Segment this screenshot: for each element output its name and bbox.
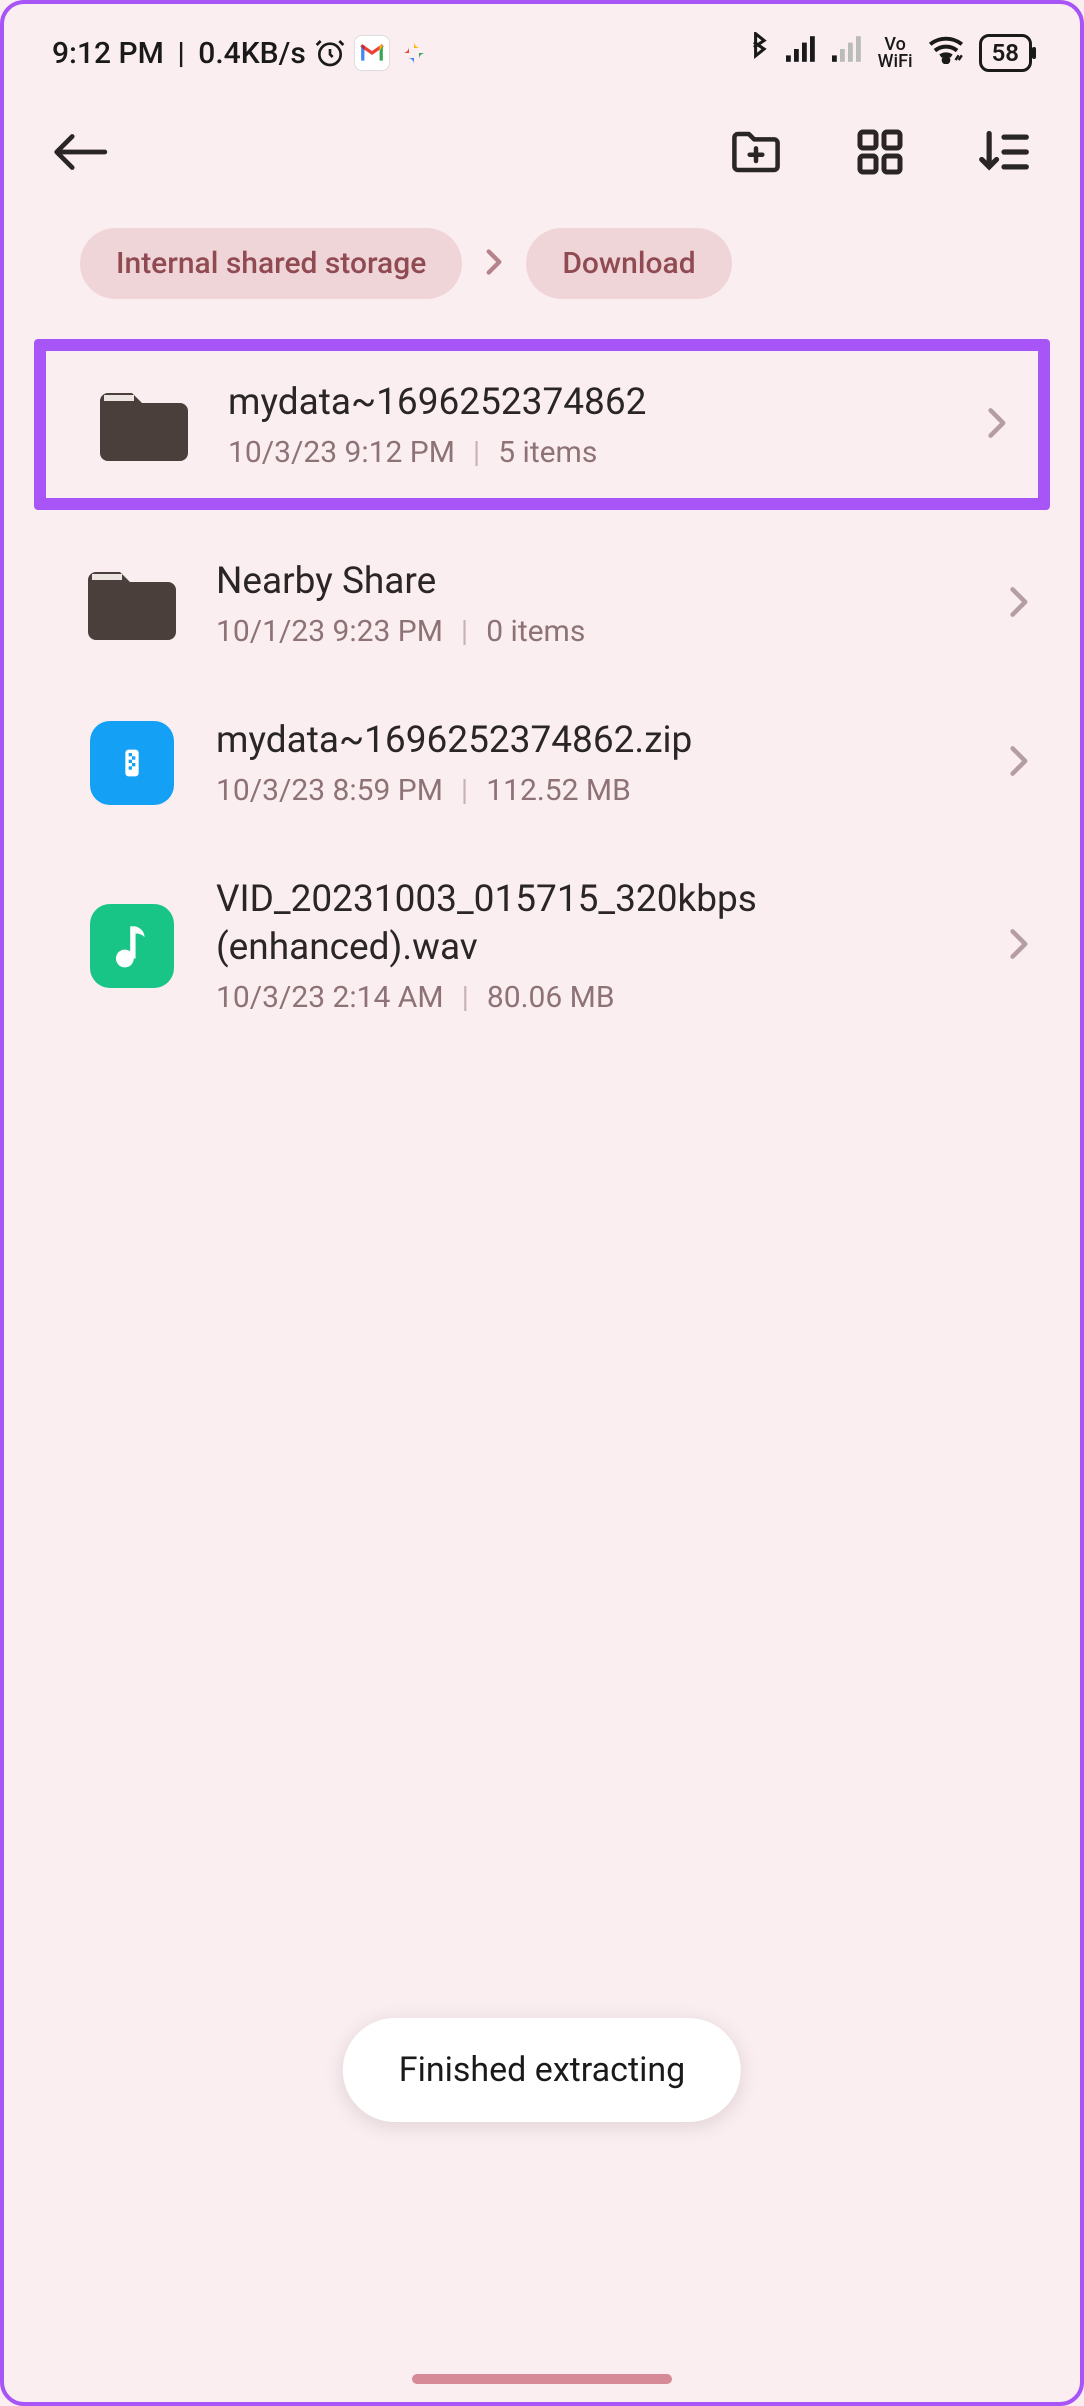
sort-button[interactable]: [976, 124, 1032, 180]
file-meta: 10/3/23 2:14 AM|80.06 MB: [216, 980, 968, 1015]
folder-icon: [96, 385, 192, 465]
chevron-right-icon: [1004, 926, 1032, 966]
breadcrumb-root[interactable]: Internal shared storage: [80, 228, 462, 299]
breadcrumb-current[interactable]: Download: [526, 228, 731, 299]
alarm-icon: [312, 35, 348, 71]
list-item[interactable]: Nearby Share 10/1/23 9:23 PM|0 items: [4, 524, 1080, 683]
list-item[interactable]: mydata~1696252374862 10/3/23 9:12 PM|5 i…: [34, 339, 1050, 510]
photos-icon: [396, 35, 432, 71]
file-meta: 10/1/23 9:23 PM|0 items: [216, 614, 968, 649]
file-meta: 10/3/23 9:12 PM|5 items: [228, 435, 946, 470]
back-button[interactable]: [52, 124, 108, 180]
breadcrumb: Internal shared storage Download: [4, 200, 1080, 319]
folder-icon: [84, 564, 180, 644]
chevron-right-icon: [1004, 584, 1032, 624]
chevron-right-icon: [1004, 743, 1032, 783]
audio-icon: [84, 906, 180, 986]
grid-view-button[interactable]: [852, 124, 908, 180]
chevron-right-icon: [482, 248, 506, 280]
file-name: VID_20231003_015715_320kbps (enhanced).w…: [216, 876, 968, 972]
bluetooth-icon: [746, 32, 772, 74]
signal-1-icon: [786, 35, 818, 71]
list-item[interactable]: VID_20231003_015715_320kbps (enhanced).w…: [4, 842, 1080, 1049]
zip-icon: [84, 723, 180, 803]
gmail-icon: [354, 35, 390, 71]
signal-2-icon: [832, 35, 864, 71]
list-item[interactable]: mydata~1696252374862.zip 10/3/23 8:59 PM…: [4, 683, 1080, 842]
new-folder-button[interactable]: [728, 124, 784, 180]
file-list: mydata~1696252374862 10/3/23 9:12 PM|5 i…: [4, 319, 1080, 1059]
battery-icon: 58: [979, 34, 1032, 72]
file-name: mydata~1696252374862: [228, 379, 946, 427]
file-name: Nearby Share: [216, 558, 968, 606]
file-meta: 10/3/23 8:59 PM|112.52 MB: [216, 773, 968, 808]
chevron-right-icon: [982, 405, 1010, 445]
status-time: 9:12 PM: [52, 36, 164, 71]
status-sep: |: [170, 36, 192, 71]
status-bar: 9:12 PM | 0.4KB/s VoWiF: [4, 4, 1080, 84]
toolbar: [4, 84, 1080, 200]
toast: Finished extracting: [343, 2018, 741, 2122]
vowifi-icon: VoWiFi: [878, 36, 913, 70]
wifi-icon: [927, 34, 965, 72]
file-name: mydata~1696252374862.zip: [216, 717, 968, 765]
nav-indicator[interactable]: [412, 2374, 672, 2384]
status-netspeed: 0.4KB/s: [198, 36, 305, 71]
